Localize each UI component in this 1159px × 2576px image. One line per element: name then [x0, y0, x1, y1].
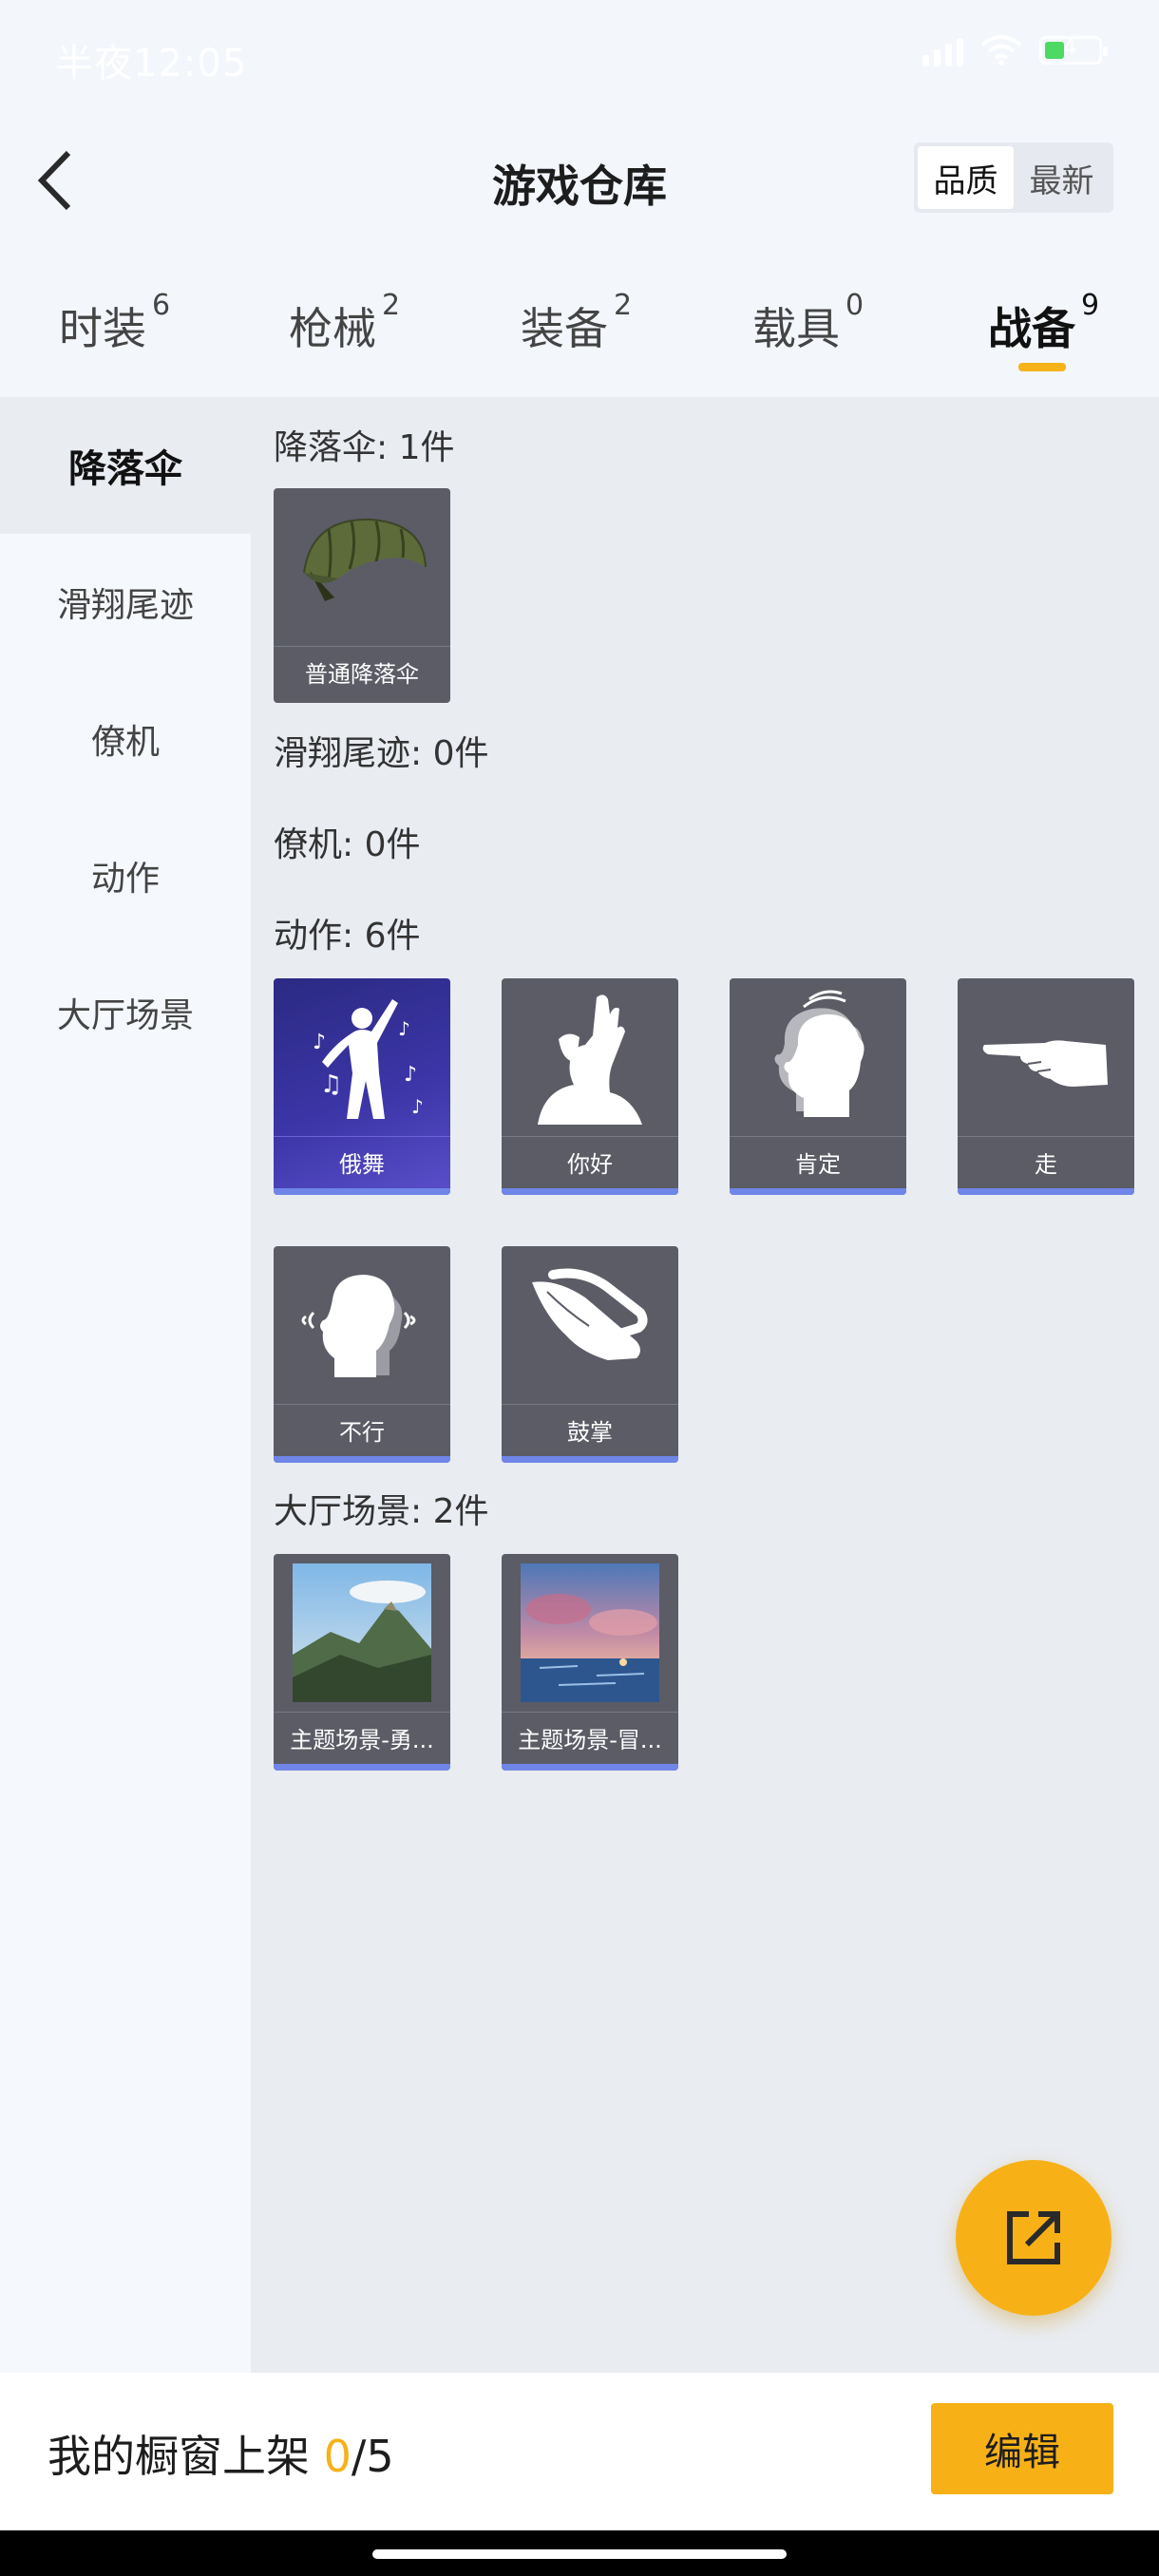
- sidebar: 降落伞 滑翔尾迹 僚机 动作 大厅场景: [0, 397, 251, 2373]
- item-label: 普通降落伞: [274, 646, 450, 697]
- dancer-icon: ♪ ♪ ♫ ♪ ♪: [274, 978, 450, 1136]
- item-card[interactable]: 你好: [502, 978, 678, 1195]
- item-label: 肯定: [730, 1136, 906, 1187]
- quality-bar: [502, 1764, 678, 1771]
- wifi-icon: [980, 35, 1022, 66]
- item-card[interactable]: 走: [958, 978, 1134, 1195]
- scene-thumbnail-sunset-sea: [502, 1554, 678, 1712]
- home-indicator[interactable]: [372, 2549, 787, 2559]
- sort-toggle: 品质 最新: [914, 142, 1113, 213]
- wave-hello-icon: [502, 978, 678, 1136]
- quality-bar: [958, 1188, 1134, 1195]
- section-title-parachute: 降落伞: 1件: [274, 428, 455, 467]
- status-icons: 4: [922, 34, 1108, 66]
- quality-bar: [274, 1764, 450, 1771]
- item-label: 走: [958, 1136, 1134, 1187]
- nod-head-icon: [730, 978, 906, 1136]
- tab-vehicles[interactable]: 载具 0: [752, 289, 864, 357]
- clapping-hands-icon: [502, 1246, 678, 1404]
- listed-count: 0: [323, 2431, 352, 2482]
- sidebar-item-trail[interactable]: 滑翔尾迹: [0, 534, 251, 671]
- tab-equipment[interactable]: 装备 2: [521, 289, 632, 357]
- item-label: 俄舞: [274, 1136, 450, 1187]
- item-card[interactable]: 肯定: [730, 978, 906, 1195]
- sidebar-item-lobby[interactable]: 大厅场景: [0, 944, 251, 1081]
- item-label: 主题场景-勇...: [274, 1712, 450, 1763]
- svg-text:♫: ♫: [320, 1070, 342, 1099]
- active-tab-indicator: [1018, 363, 1066, 371]
- total-count: /5: [351, 2431, 394, 2482]
- svg-text:♪: ♪: [404, 1063, 417, 1087]
- section-title-wingman: 僚机: 0件: [274, 825, 421, 864]
- item-label: 你好: [502, 1136, 678, 1187]
- header: 游戏仓库 品质 最新: [0, 104, 1159, 247]
- system-nav-bar: [0, 2530, 1159, 2576]
- parachute-icon: [274, 488, 450, 646]
- tab-battle-gear[interactable]: 战备 9: [988, 289, 1099, 357]
- quality-bar: [274, 1188, 450, 1195]
- section-title-lobby: 大厅场景: 2件: [274, 1492, 489, 1531]
- item-card[interactable]: 鼓掌: [502, 1246, 678, 1463]
- svg-text:♪: ♪: [411, 1095, 424, 1118]
- item-card[interactable]: ♪ ♪ ♫ ♪ ♪ 俄舞: [274, 978, 450, 1195]
- shake-head-icon: [274, 1246, 450, 1404]
- external-link-icon: [1007, 2211, 1060, 2264]
- pointing-hand-icon: [958, 978, 1134, 1136]
- item-card[interactable]: 不行: [274, 1246, 450, 1463]
- section-title-emote: 动作: 6件: [274, 917, 421, 956]
- item-card[interactable]: 主题场景-冒...: [502, 1554, 678, 1771]
- item-label: 鼓掌: [502, 1404, 678, 1455]
- quality-bar: [502, 1456, 678, 1463]
- scene-thumbnail-mountain: [274, 1554, 450, 1712]
- signal-icon: [922, 34, 963, 66]
- sort-quality-button[interactable]: 品质: [918, 146, 1014, 209]
- edit-button[interactable]: 编辑: [931, 2403, 1113, 2494]
- item-card[interactable]: 主题场景-勇...: [274, 1554, 450, 1771]
- bottom-bar: 我的橱窗上架 0/5 编辑: [0, 2373, 1159, 2530]
- status-bar: 半夜12:05 4: [0, 0, 1159, 104]
- item-label: 不行: [274, 1404, 450, 1455]
- share-fab-button[interactable]: [956, 2160, 1112, 2316]
- section-title-trail: 滑翔尾迹: 0件: [274, 734, 489, 773]
- content-area: 降落伞: 1件 普通降落伞 滑翔尾迹: 0件 僚机: 0件 动作: 6件 ♪ ♪…: [251, 397, 1159, 2373]
- sidebar-item-emote[interactable]: 动作: [0, 807, 251, 944]
- category-tabs: 时装 6 枪械 2 装备 2 载具 0 战备 9: [0, 275, 1159, 389]
- battery-level: 4: [1063, 36, 1076, 60]
- sidebar-item-wingman[interactable]: 僚机: [0, 671, 251, 807]
- showcase-status: 我的橱窗上架 0/5: [48, 2431, 394, 2482]
- tab-fashion[interactable]: 时装 6: [59, 289, 170, 357]
- tab-weapons[interactable]: 枪械 2: [289, 289, 400, 357]
- svg-text:♪: ♪: [313, 1031, 326, 1054]
- item-card[interactable]: 普通降落伞: [274, 488, 450, 703]
- sort-newest-button[interactable]: 最新: [1014, 146, 1110, 209]
- item-label: 主题场景-冒...: [502, 1712, 678, 1763]
- quality-bar: [502, 1188, 678, 1195]
- quality-bar: [274, 1456, 450, 1463]
- sidebar-item-parachute[interactable]: 降落伞: [0, 397, 251, 534]
- svg-text:♪: ♪: [398, 1017, 410, 1040]
- battery-icon: 4: [1039, 36, 1108, 65]
- quality-bar: [730, 1188, 906, 1195]
- status-time: 半夜12:05: [55, 42, 248, 85]
